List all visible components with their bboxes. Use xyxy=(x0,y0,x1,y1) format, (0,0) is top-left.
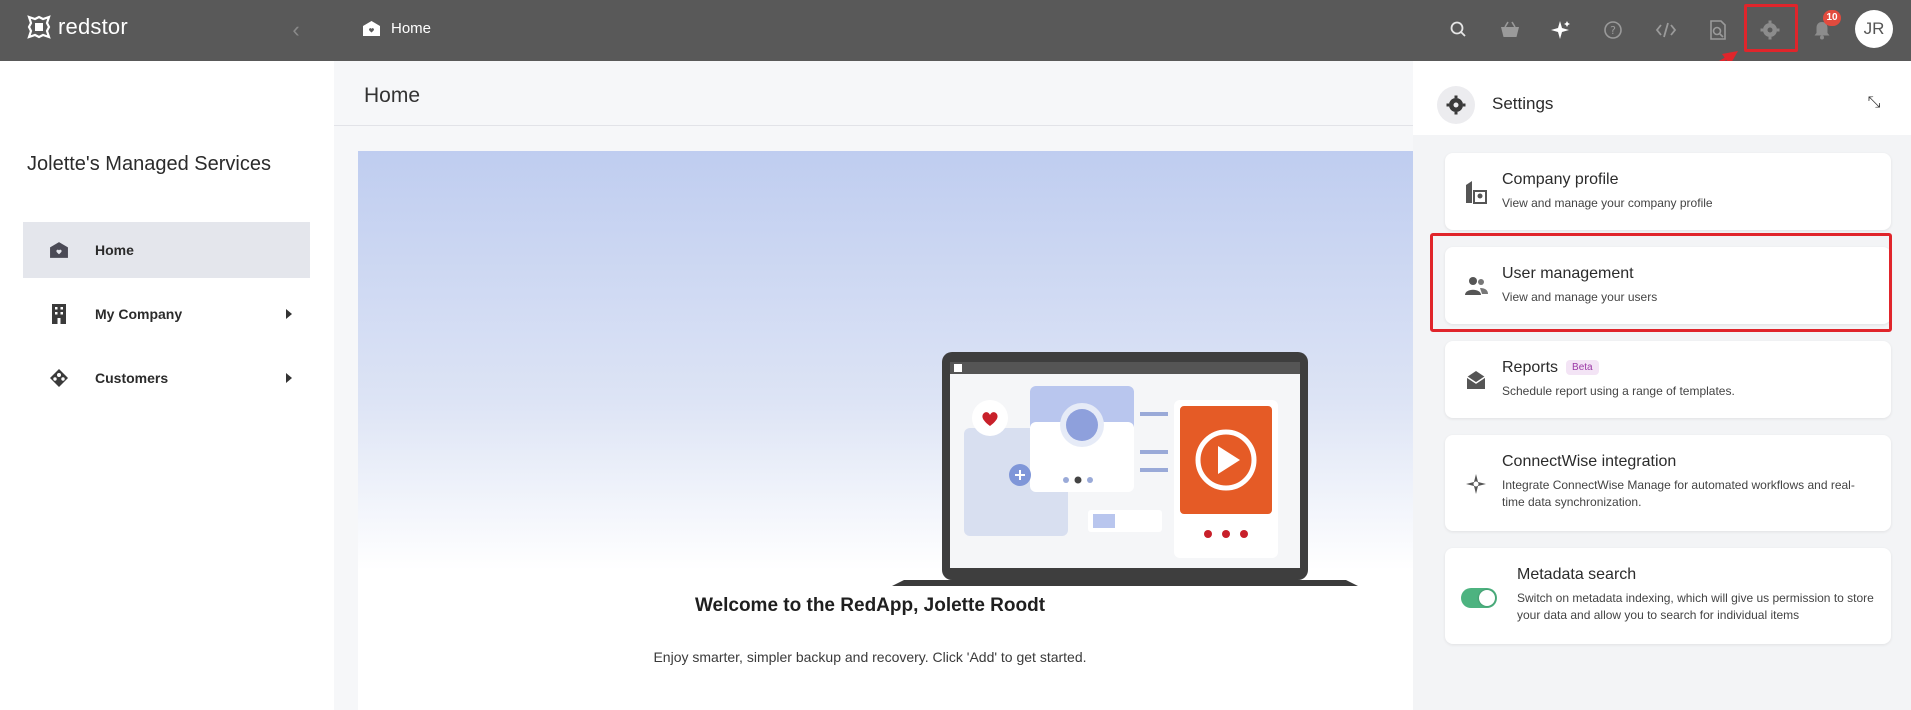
basket-icon[interactable] xyxy=(1498,18,1522,42)
mail-icon xyxy=(1461,365,1491,395)
card-title-text: Reports xyxy=(1502,359,1559,376)
sidebar-item-label: Customers xyxy=(95,370,169,386)
welcome-subtitle: Enjoy smarter, simpler backup and recove… xyxy=(653,649,1087,665)
home-icon xyxy=(48,239,70,261)
search-icon[interactable] xyxy=(1447,18,1471,42)
metadata-search-toggle[interactable] xyxy=(1461,588,1497,608)
settings-card-connectwise[interactable]: ConnectWise integration Integrate Connec… xyxy=(1445,435,1891,531)
card-title: Company profile xyxy=(1502,171,1619,188)
card-title: Metadata search xyxy=(1517,566,1637,583)
welcome-title: Welcome to the RedApp, Jolette Roodt xyxy=(694,595,1046,616)
settings-card-metadata-search: Metadata search Switch on metadata index… xyxy=(1445,548,1891,644)
code-icon[interactable] xyxy=(1654,18,1678,42)
page-title: Home xyxy=(364,84,421,107)
sparkle-icon[interactable] xyxy=(1549,18,1573,42)
user-management-highlight xyxy=(1430,233,1892,332)
redstor-logo-icon xyxy=(27,15,51,39)
connectwise-icon xyxy=(1461,469,1491,499)
sidebar: Jolette's Managed Services Home My Compa… xyxy=(0,61,334,710)
breadcrumb: Home xyxy=(362,20,431,37)
home-icon xyxy=(363,21,380,36)
beta-badge: Beta xyxy=(1566,360,1599,375)
card-title: ConnectWise integration xyxy=(1502,453,1677,470)
help-icon[interactable]: ? xyxy=(1601,18,1625,42)
expand-caret-icon[interactable] xyxy=(286,309,292,319)
settings-card-company-profile[interactable]: Company profile View and manage your com… xyxy=(1445,153,1891,230)
collapse-panel-icon[interactable]: ⤡ xyxy=(1864,94,1884,114)
customers-icon xyxy=(48,367,70,389)
notification-badge: 10 xyxy=(1823,10,1841,26)
card-description: Switch on metadata indexing, which will … xyxy=(1517,591,1874,622)
card-description: Schedule report using a range of templat… xyxy=(1502,384,1735,398)
search-document-icon[interactable] xyxy=(1706,18,1730,42)
gear-icon xyxy=(1437,86,1475,124)
logo-text: redstor xyxy=(58,14,128,39)
svg-text:?: ? xyxy=(1610,24,1616,37)
card-description: Integrate ConnectWise Manage for automat… xyxy=(1502,478,1855,509)
breadcrumb-label: Home xyxy=(391,20,432,37)
settings-panel-header: Settings ⤡ xyxy=(1413,61,1911,135)
collapse-sidebar-button[interactable]: ‹ xyxy=(286,18,306,42)
company-profile-icon xyxy=(1461,177,1491,207)
card-title: Reports Beta xyxy=(1502,359,1599,377)
building-icon xyxy=(48,303,70,325)
sidebar-item-label: Home xyxy=(95,242,134,258)
settings-highlight xyxy=(1744,4,1798,52)
settings-panel: Settings ⤡ Company profile View and mana… xyxy=(1413,61,1911,710)
sidebar-item-home[interactable]: Home xyxy=(23,222,310,278)
panel-title: Settings xyxy=(1492,94,1554,113)
organization-name: Jolette's Managed Services xyxy=(27,153,271,175)
expand-caret-icon[interactable] xyxy=(286,373,292,383)
card-description: View and manage your company profile xyxy=(1502,196,1713,210)
divider xyxy=(334,125,1414,126)
top-bar: redstor ‹ Home ? 10 JR xyxy=(0,0,1911,61)
settings-card-reports[interactable]: Reports Beta Schedule report using a rang… xyxy=(1445,341,1891,418)
toggle-knob xyxy=(1479,590,1495,606)
sidebar-item-customers[interactable]: Customers xyxy=(23,350,310,406)
sidebar-item-my-company[interactable]: My Company xyxy=(23,286,310,342)
sidebar-item-label: My Company xyxy=(95,306,183,322)
avatar[interactable]: JR xyxy=(1855,10,1893,48)
laptop-illustration xyxy=(892,352,1358,586)
logo[interactable]: redstor xyxy=(26,14,128,40)
